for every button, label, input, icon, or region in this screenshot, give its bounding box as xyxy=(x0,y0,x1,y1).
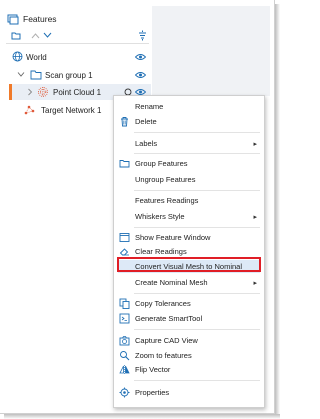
menu-item-label: Clear Readings xyxy=(135,247,187,256)
menu-item-delete[interactable]: Delete xyxy=(114,115,264,128)
menu-item-create-nominal-mesh[interactable]: Create Nominal Mesh ▸ xyxy=(114,276,264,289)
tree-item-label: Point Cloud 1 xyxy=(53,87,102,97)
eraser-icon xyxy=(119,248,129,256)
visibility-eye-icon[interactable] xyxy=(135,71,146,79)
menu-separator xyxy=(134,190,260,191)
menu-item-label: Capture CAD View xyxy=(135,336,198,345)
menu-separator xyxy=(134,293,260,294)
submenu-arrow-icon: ▸ xyxy=(253,279,257,287)
menu-item-capture-cad-view[interactable]: Capture CAD View xyxy=(114,334,264,347)
menu-item-label: Copy Tolerances xyxy=(135,299,191,308)
window-icon xyxy=(119,233,130,242)
menu-item-label: Rename xyxy=(135,102,164,111)
menu-item-label: Flip Vector xyxy=(135,365,171,374)
menu-item-label: Generate SmartTool xyxy=(135,314,203,323)
tree-item-world[interactable]: World xyxy=(6,49,151,65)
tree-item-label: World xyxy=(26,52,47,62)
menu-item-copy-tolerances[interactable]: Copy Tolerances xyxy=(114,297,264,310)
group-icon xyxy=(119,160,130,168)
menu-item-label: Delete xyxy=(135,117,157,126)
target-network-icon xyxy=(24,105,35,115)
move-up-icon[interactable] xyxy=(31,32,40,39)
viewport-area xyxy=(152,6,270,96)
camera-icon xyxy=(119,336,130,346)
menu-item-label: Features Readings xyxy=(135,196,199,205)
chevron-right-icon[interactable] xyxy=(27,88,33,96)
menu-separator xyxy=(134,153,260,154)
menu-item-properties[interactable]: Properties xyxy=(114,386,264,399)
point-cloud-icon xyxy=(38,87,48,97)
trash-icon xyxy=(121,117,128,127)
menu-item-label: Whiskers Style xyxy=(135,212,185,221)
toolbar-divider xyxy=(6,43,149,44)
menu-item-ungroup-features[interactable]: Ungroup Features xyxy=(114,173,264,186)
context-menu: Rename Delete Labels ▸ Group Features Un… xyxy=(113,95,265,408)
menu-item-group-features[interactable]: Group Features xyxy=(114,157,264,170)
submenu-arrow-icon: ▸ xyxy=(253,213,257,221)
menu-item-label: Ungroup Features xyxy=(135,175,196,184)
menu-item-label: Show Feature Window xyxy=(135,233,211,242)
submenu-arrow-icon: ▸ xyxy=(253,140,257,148)
menu-item-label: Labels xyxy=(135,139,158,148)
menu-item-whiskers-style[interactable]: Whiskers Style ▸ xyxy=(114,210,264,223)
copy-icon xyxy=(119,298,130,309)
chevron-down-icon[interactable] xyxy=(17,71,25,78)
panel-title: Features xyxy=(23,14,57,24)
globe-icon xyxy=(12,51,23,62)
tree-item-label: Target Network 1 xyxy=(41,105,102,115)
properties-icon xyxy=(119,387,130,398)
menu-item-label: Zoom to features xyxy=(135,351,192,360)
panel-shadow-bottom xyxy=(4,414,280,419)
menu-item-generate-smarttool[interactable]: Generate SmartTool xyxy=(114,312,264,325)
flip-icon xyxy=(119,365,130,374)
tree-item-label: Scan group 1 xyxy=(45,70,93,80)
menu-item-features-readings[interactable]: Features Readings xyxy=(114,194,264,207)
menu-item-zoom-to-features[interactable]: Zoom to features xyxy=(114,349,264,362)
features-icon xyxy=(7,14,19,25)
highlight-annotation-box xyxy=(117,257,261,272)
menu-item-label: Group Features xyxy=(135,159,188,168)
tree-item-scan-group[interactable]: Scan group 1 xyxy=(6,67,151,83)
visibility-eye-icon[interactable] xyxy=(135,53,146,61)
menu-separator xyxy=(134,132,260,133)
zoom-icon xyxy=(120,351,130,361)
menu-item-label: Properties xyxy=(135,388,170,397)
menu-item-labels[interactable]: Labels ▸ xyxy=(114,137,264,150)
menu-item-flip-vector[interactable]: Flip Vector xyxy=(114,363,264,376)
menu-separator xyxy=(134,380,260,381)
menu-separator xyxy=(134,329,260,330)
menu-item-label: Create Nominal Mesh xyxy=(135,278,208,287)
menu-item-rename[interactable]: Rename xyxy=(114,100,264,113)
move-down-icon[interactable] xyxy=(43,32,52,39)
filter-icon[interactable] xyxy=(137,30,148,41)
panel-toolbar xyxy=(7,30,149,42)
panel-header: Features xyxy=(7,13,57,25)
folder-icon xyxy=(30,70,42,80)
menu-item-show-feature-window[interactable]: Show Feature Window xyxy=(114,231,264,244)
panel-shadow-right xyxy=(275,4,280,415)
terminal-icon xyxy=(119,313,130,324)
new-group-icon[interactable] xyxy=(11,31,22,41)
menu-separator xyxy=(134,227,260,228)
